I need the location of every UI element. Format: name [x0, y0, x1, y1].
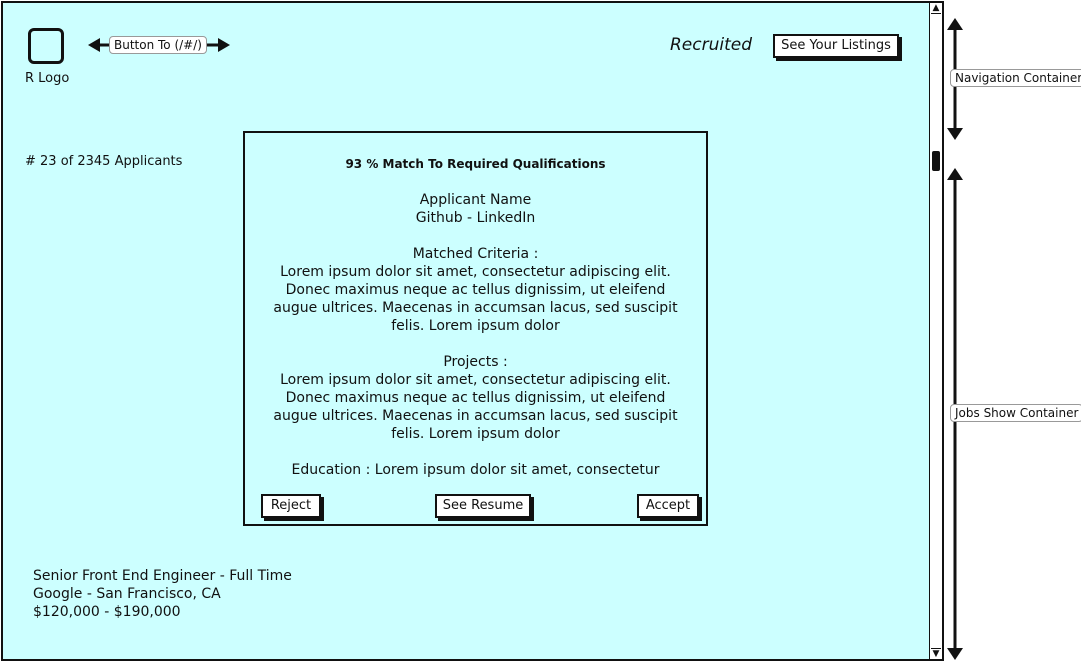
jobs-show-container-annotation: Jobs Show Container [950, 404, 1081, 422]
page-viewport: R Logo Button To (/#/) Recruited See You… [3, 3, 929, 659]
applicant-count: # 23 of 2345 Applicants [25, 154, 183, 169]
logo-label: R Logo [25, 71, 70, 86]
navigation-container-annotation: Navigation Container [950, 69, 1081, 87]
applicant-card: 93 % Match To Required Qualifications Ap… [243, 131, 708, 526]
job-summary: Senior Front End Engineer - Full Time Go… [33, 567, 292, 621]
applicant-card-body: 93 % Match To Required Qualifications Ap… [245, 155, 706, 479]
r-logo[interactable] [28, 28, 64, 64]
see-listings-button[interactable]: See Your Listings [773, 34, 899, 58]
browser-window: R Logo Button To (/#/) Recruited See You… [1, 1, 944, 661]
applicant-links[interactable]: Github - LinkedIn [245, 209, 706, 227]
accept-button[interactable]: Accept [637, 494, 699, 518]
education-text: Education : Lorem ipsum dolor sit amet, … [291, 462, 660, 478]
job-title: Senior Front End Engineer - Full Time [33, 568, 292, 584]
scroll-thumb[interactable] [932, 151, 940, 171]
button-to-annotation: Button To (/#/) [109, 36, 207, 54]
matched-criteria-label: Matched Criteria : [412, 246, 539, 262]
see-resume-button[interactable]: See Resume [435, 494, 531, 518]
matched-criteria-text: Lorem ipsum dolor sit amet, consectetur … [273, 264, 678, 334]
scroll-down-icon[interactable]: ▼ [931, 648, 941, 659]
applicant-name: Applicant Name [419, 192, 532, 208]
job-salary: $120,000 - $190,000 [33, 604, 181, 620]
projects-label: Projects : [443, 354, 508, 370]
reject-button[interactable]: Reject [261, 494, 321, 518]
projects-text: Lorem ipsum dolor sit amet, consectetur … [273, 372, 678, 442]
brand-title: Recruited [670, 35, 753, 55]
wireframe-stage: R Logo Button To (/#/) Recruited See You… [0, 0, 1081, 664]
vertical-scrollbar[interactable]: ▲ ▼ [929, 3, 942, 659]
job-company: Google - San Francisco, CA [33, 586, 221, 602]
scroll-up-icon[interactable]: ▲ [931, 3, 941, 14]
match-title: 93 % Match To Required Qualifications [345, 157, 606, 171]
